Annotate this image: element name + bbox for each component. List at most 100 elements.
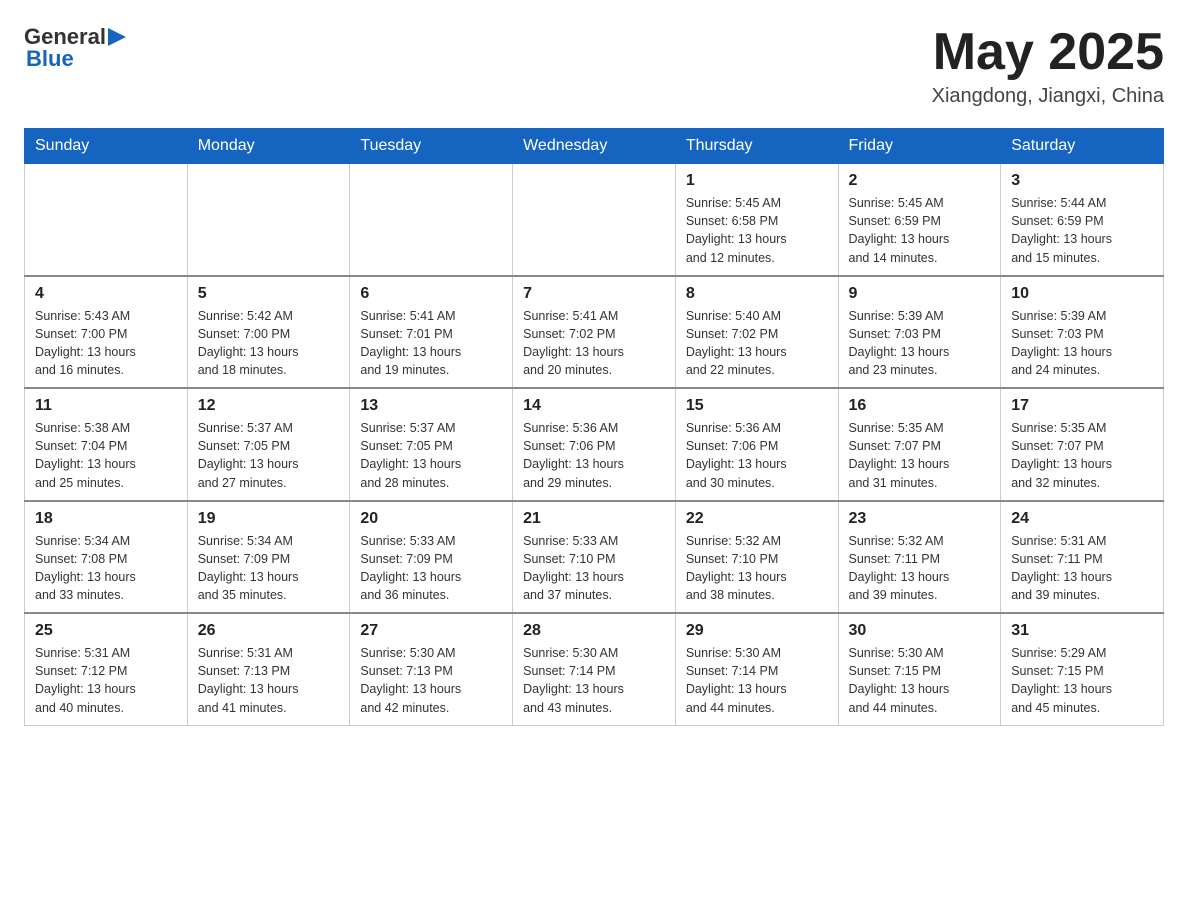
day-info: Sunrise: 5:35 AM Sunset: 7:07 PM Dayligh… [1011,419,1153,492]
day-info: Sunrise: 5:41 AM Sunset: 7:02 PM Dayligh… [523,307,665,380]
calendar-cell: 3 Sunrise: 5:44 AM Sunset: 6:59 PM Daylig… [1001,164,1164,276]
day-number: 7 [523,285,665,303]
day-info: Sunrise: 5:36 AM Sunset: 7:06 PM Dayligh… [686,419,828,492]
day-info: Sunrise: 5:32 AM Sunset: 7:11 PM Dayligh… [849,532,991,605]
day-number: 4 [35,285,177,303]
calendar-cell: 19 Sunrise: 5:34 AM Sunset: 7:09 PM Dayli… [187,501,350,614]
calendar-cell: 20 Sunrise: 5:33 AM Sunset: 7:09 PM Dayli… [350,501,513,614]
day-number: 13 [360,397,502,415]
day-info: Sunrise: 5:32 AM Sunset: 7:10 PM Dayligh… [686,532,828,605]
day-number: 21 [523,510,665,528]
day-number: 9 [849,285,991,303]
calendar-cell: 13 Sunrise: 5:37 AM Sunset: 7:05 PM Dayli… [350,388,513,501]
calendar-cell: 17 Sunrise: 5:35 AM Sunset: 7:07 PM Dayli… [1001,388,1164,501]
day-number: 18 [35,510,177,528]
day-info: Sunrise: 5:36 AM Sunset: 7:06 PM Dayligh… [523,419,665,492]
calendar-cell: 6 Sunrise: 5:41 AM Sunset: 7:01 PM Daylig… [350,276,513,389]
calendar-cell: 8 Sunrise: 5:40 AM Sunset: 7:02 PM Daylig… [675,276,838,389]
calendar-week-row: 25Sunrise: 5:31 AM Sunset: 7:12 PM Dayli… [25,613,1164,725]
calendar-cell: 2 Sunrise: 5:45 AM Sunset: 6:59 PM Daylig… [838,164,1001,276]
day-info: Sunrise: 5:33 AM Sunset: 7:10 PM Dayligh… [523,532,665,605]
calendar-cell: 15 Sunrise: 5:36 AM Sunset: 7:06 PM Dayli… [675,388,838,501]
calendar-cell: 9 Sunrise: 5:39 AM Sunset: 7:03 PM Daylig… [838,276,1001,389]
day-of-week-header: Monday [187,129,350,164]
day-info: Sunrise: 5:45 AM Sunset: 6:58 PM Dayligh… [686,194,828,267]
calendar-cell: 12Sunrise: 5:37 AM Sunset: 7:05 PM Dayli… [187,388,350,501]
day-of-week-header: Wednesday [513,129,676,164]
day-of-week-header: Sunday [25,129,188,164]
day-of-week-header: Thursday [675,129,838,164]
day-number: 16 [849,397,991,415]
calendar-cell: 5 Sunrise: 5:42 AM Sunset: 7:00 PM Daylig… [187,276,350,389]
day-info: Sunrise: 5:38 AM Sunset: 7:04 PM Dayligh… [35,419,177,492]
calendar-cell: 11 Sunrise: 5:38 AM Sunset: 7:04 PM Dayli… [25,388,188,501]
day-info: Sunrise: 5:39 AM Sunset: 7:03 PM Dayligh… [849,307,991,380]
day-of-week-header: Tuesday [350,129,513,164]
calendar-header-row: SundayMondayTuesdayWednesdayThursdayFrid… [25,129,1164,164]
calendar-week-row: 1 Sunrise: 5:45 AM Sunset: 6:58 PM Daylig… [25,164,1164,276]
day-number: 27 [360,622,502,640]
title-section: May 2025 Xiangdong, Jiangxi, China [932,24,1164,108]
logo: General Blue [24,24,126,72]
calendar-cell: 31Sunrise: 5:29 AM Sunset: 7:15 PM Dayli… [1001,613,1164,725]
day-number: 31 [1011,622,1153,640]
day-number: 11 [35,397,177,415]
calendar-cell: 30Sunrise: 5:30 AM Sunset: 7:15 PM Dayli… [838,613,1001,725]
day-info: Sunrise: 5:44 AM Sunset: 6:59 PM Dayligh… [1011,194,1153,267]
day-number: 3 [1011,172,1153,190]
day-info: Sunrise: 5:43 AM Sunset: 7:00 PM Dayligh… [35,307,177,380]
calendar-cell: 10 Sunrise: 5:39 AM Sunset: 7:03 PM Dayli… [1001,276,1164,389]
day-number: 8 [686,285,828,303]
month-title: May 2025 [932,24,1164,81]
day-info: Sunrise: 5:42 AM Sunset: 7:00 PM Dayligh… [198,307,340,380]
day-number: 20 [360,510,502,528]
day-of-week-header: Saturday [1001,129,1164,164]
day-number: 17 [1011,397,1153,415]
day-info: Sunrise: 5:30 AM Sunset: 7:15 PM Dayligh… [849,644,991,717]
day-number: 15 [686,397,828,415]
calendar-cell: 22Sunrise: 5:32 AM Sunset: 7:10 PM Dayli… [675,501,838,614]
calendar-cell: 28Sunrise: 5:30 AM Sunset: 7:14 PM Dayli… [513,613,676,725]
calendar-cell: 18 Sunrise: 5:34 AM Sunset: 7:08 PM Dayli… [25,501,188,614]
day-number: 2 [849,172,991,190]
day-info: Sunrise: 5:41 AM Sunset: 7:01 PM Dayligh… [360,307,502,380]
day-number: 26 [198,622,340,640]
day-number: 25 [35,622,177,640]
day-number: 10 [1011,285,1153,303]
day-info: Sunrise: 5:40 AM Sunset: 7:02 PM Dayligh… [686,307,828,380]
logo-arrow-icon [108,28,126,46]
calendar-table: SundayMondayTuesdayWednesdayThursdayFrid… [24,128,1164,726]
day-number: 5 [198,285,340,303]
calendar-cell [513,164,676,276]
day-number: 1 [686,172,828,190]
calendar-cell: 4 Sunrise: 5:43 AM Sunset: 7:00 PM Daylig… [25,276,188,389]
day-info: Sunrise: 5:37 AM Sunset: 7:05 PM Dayligh… [360,419,502,492]
calendar-cell: 27 Sunrise: 5:30 AM Sunset: 7:13 PM Dayli… [350,613,513,725]
calendar-cell: 7 Sunrise: 5:41 AM Sunset: 7:02 PM Daylig… [513,276,676,389]
day-info: Sunrise: 5:34 AM Sunset: 7:09 PM Dayligh… [198,532,340,605]
day-number: 12 [198,397,340,415]
day-number: 23 [849,510,991,528]
day-of-week-header: Friday [838,129,1001,164]
day-number: 28 [523,622,665,640]
calendar-cell: 21 Sunrise: 5:33 AM Sunset: 7:10 PM Dayli… [513,501,676,614]
calendar-cell [25,164,188,276]
location: Xiangdong, Jiangxi, China [932,85,1164,108]
calendar-cell: 26 Sunrise: 5:31 AM Sunset: 7:13 PM Dayli… [187,613,350,725]
calendar-cell: 25Sunrise: 5:31 AM Sunset: 7:12 PM Dayli… [25,613,188,725]
calendar-cell: 16Sunrise: 5:35 AM Sunset: 7:07 PM Dayli… [838,388,1001,501]
calendar-cell: 14Sunrise: 5:36 AM Sunset: 7:06 PM Dayli… [513,388,676,501]
day-number: 19 [198,510,340,528]
day-info: Sunrise: 5:34 AM Sunset: 7:08 PM Dayligh… [35,532,177,605]
calendar-cell: 23 Sunrise: 5:32 AM Sunset: 7:11 PM Dayli… [838,501,1001,614]
day-info: Sunrise: 5:31 AM Sunset: 7:11 PM Dayligh… [1011,532,1153,605]
day-number: 6 [360,285,502,303]
day-info: Sunrise: 5:31 AM Sunset: 7:13 PM Dayligh… [198,644,340,717]
day-info: Sunrise: 5:45 AM Sunset: 6:59 PM Dayligh… [849,194,991,267]
calendar-cell: 1 Sunrise: 5:45 AM Sunset: 6:58 PM Daylig… [675,164,838,276]
calendar-week-row: 11 Sunrise: 5:38 AM Sunset: 7:04 PM Dayli… [25,388,1164,501]
day-info: Sunrise: 5:39 AM Sunset: 7:03 PM Dayligh… [1011,307,1153,380]
day-info: Sunrise: 5:33 AM Sunset: 7:09 PM Dayligh… [360,532,502,605]
day-info: Sunrise: 5:30 AM Sunset: 7:13 PM Dayligh… [360,644,502,717]
day-number: 29 [686,622,828,640]
